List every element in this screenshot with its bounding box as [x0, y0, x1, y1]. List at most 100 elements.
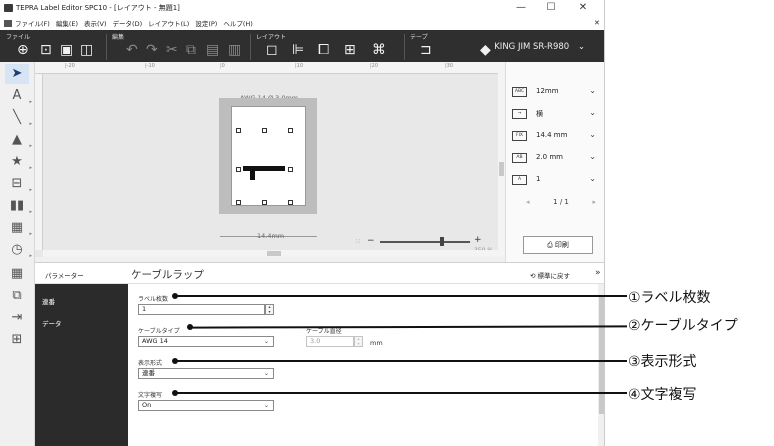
import-tool-icon[interactable]: ⇥	[5, 308, 29, 328]
label-count-input[interactable]: 1	[138, 304, 265, 315]
resize-handle[interactable]	[236, 128, 241, 133]
grid-tool-icon[interactable]: ▦	[5, 264, 29, 284]
copies-select[interactable]: A 1 ⌄	[506, 170, 604, 190]
callout-cable-type: ②ケーブルタイプ	[628, 318, 738, 334]
nav-item-data[interactable]: データ	[42, 318, 62, 328]
text-copy-label: 文字複写	[138, 392, 163, 399]
resize-handle[interactable]	[236, 167, 241, 172]
callout-text-copy: ④文字複写	[628, 387, 697, 403]
copy-icon[interactable]: ⧉	[186, 42, 196, 58]
page-next-button[interactable]: ▸	[592, 198, 596, 206]
orientation-icon: →	[512, 109, 527, 119]
parameters-panel-label: パラメーター	[45, 272, 84, 280]
text-frame-tool-icon[interactable]: ⊞	[5, 330, 29, 350]
menu-layout[interactable]: レイアウト(L)	[148, 18, 189, 28]
text-copy-select[interactable]: On ⌄	[138, 400, 274, 411]
resize-handle[interactable]	[262, 128, 267, 133]
line-tool-icon[interactable]: ╲ ▸	[5, 108, 32, 128]
text-tool-icon[interactable]: A ▸	[5, 86, 32, 106]
resize-handle[interactable]	[288, 128, 293, 133]
label-count-stepper[interactable]: ▴ ▾	[265, 304, 274, 315]
zoom-slider[interactable]	[380, 241, 470, 243]
effects-icon[interactable]: ⌘	[372, 42, 386, 58]
datetime-tool-icon[interactable]: ◷ ▸	[5, 240, 32, 260]
qrcode-tool-icon[interactable]: ▦ ▸	[5, 218, 32, 238]
cable-diameter-stepper: ▴ ▾	[354, 336, 363, 347]
chevron-down-icon: ⌄	[263, 338, 269, 345]
label-text-object	[250, 170, 255, 180]
label-length-select[interactable]: FIX 14.4 mm ⌄	[506, 126, 604, 146]
template-tool-icon[interactable]: ⧉	[5, 286, 29, 306]
chevron-down-icon: ⌄	[589, 86, 596, 95]
tape-icon[interactable]: ⊐	[420, 42, 432, 58]
table-tool-icon[interactable]: ⊟ ▸	[5, 174, 32, 194]
page-prev-button[interactable]: ◂	[526, 198, 530, 206]
open-file-icon[interactable]: ⊡	[40, 42, 52, 58]
ribbon-toolbar: ファイル 編集 レイアウト テープ ⊕ ⊡ ▣ ◫ ↶ ↷ ✂ ⧉ ▤ ▥ ◻ …	[0, 30, 604, 62]
library-icon[interactable]: ◫	[80, 42, 93, 58]
scrollbar-thumb[interactable]	[599, 296, 604, 414]
close-button[interactable]: ✕	[570, 0, 596, 16]
undo-icon[interactable]: ↶	[126, 42, 138, 58]
symbol-tool-icon[interactable]: ★ ▸	[5, 152, 32, 172]
save-icon[interactable]: ▣	[60, 42, 73, 58]
redo-icon[interactable]: ↷	[146, 42, 158, 58]
menu-view[interactable]: 表示(V)	[84, 18, 107, 28]
zoom-in-button[interactable]: +	[474, 235, 482, 245]
printer-select[interactable]: KING JIM SR-R980 ⌄	[494, 42, 585, 52]
document-close-button[interactable]: ✕	[594, 19, 600, 27]
ribbon-group-edit: 編集	[112, 34, 125, 41]
zoom-slider-thumb[interactable]	[440, 237, 444, 246]
menu-file[interactable]: ファイル(F)	[15, 18, 50, 28]
orientation-select[interactable]: → 横 ⌄	[506, 104, 604, 124]
cut-icon[interactable]: ✂	[166, 42, 178, 58]
image-tool-icon[interactable]: ▲ ▸	[5, 130, 32, 150]
scrollbar-thumb[interactable]	[499, 162, 504, 176]
group-icon[interactable]: ⊞	[344, 42, 356, 58]
resize-handle[interactable]	[288, 167, 293, 172]
align-icon[interactable]: ⊫	[292, 42, 304, 58]
resize-handle[interactable]	[262, 200, 267, 205]
new-file-icon[interactable]: ⊕	[17, 42, 29, 58]
menu-data[interactable]: データ(D)	[113, 18, 143, 28]
margin-value: 2.0 mm	[536, 153, 563, 161]
delete-icon[interactable]: ▥	[228, 42, 241, 58]
parameters-nav: 連番 データ	[35, 284, 128, 446]
cable-type-select[interactable]: AWG 14 ⌄	[138, 336, 274, 347]
frame-icon[interactable]: ◻	[266, 42, 278, 58]
cable-type-label: ケーブルタイプ	[138, 328, 180, 335]
resize-handle[interactable]	[288, 200, 293, 205]
ribbon-group-layout: レイアウト	[256, 34, 287, 41]
form-scrollbar[interactable]	[598, 284, 604, 446]
tape-width-select[interactable]: ABC 12mm ⌄	[506, 82, 604, 102]
scrollbar-thumb[interactable]	[267, 251, 281, 256]
document-icon	[4, 19, 12, 27]
reset-to-default-button[interactable]: ⟲ 標準に戻す	[530, 270, 570, 280]
canvas-vertical-scrollbar[interactable]	[498, 62, 505, 257]
canvas-horizontal-scrollbar[interactable]	[43, 250, 498, 257]
label-preview[interactable]	[231, 106, 306, 206]
margin-select[interactable]: AB 2.0 mm ⌄	[506, 148, 604, 168]
minimize-button[interactable]: —	[508, 0, 534, 16]
print-button[interactable]: ⎙ 印刷	[523, 236, 593, 254]
maximize-button[interactable]: ☐	[538, 0, 564, 16]
zoom-out-button[interactable]: −	[367, 236, 375, 246]
nav-item-sequence[interactable]: 連番	[42, 296, 55, 306]
chevron-down-icon: ⌄	[589, 108, 596, 117]
horizontal-ruler: |-20 |-10 |0 |10 |20 |30	[35, 62, 498, 74]
ruler-tick: |0	[220, 63, 225, 69]
paste-icon[interactable]: ▤	[206, 42, 219, 58]
menu-help[interactable]: ヘルプ(H)	[223, 18, 252, 28]
page-indicator: 1 / 1	[553, 198, 569, 206]
callout-line	[176, 392, 627, 394]
cable-diameter-input: 3.0	[306, 336, 354, 347]
menu-edit[interactable]: 編集(E)	[56, 18, 78, 28]
collapse-panel-button[interactable]: »	[595, 268, 601, 278]
display-format-select[interactable]: 連番 ⌄	[138, 368, 274, 379]
resize-handle[interactable]	[236, 200, 241, 205]
barcode-tool-icon[interactable]: ▮▮ ▸	[5, 196, 32, 216]
menu-settings[interactable]: 設定(P)	[195, 18, 217, 28]
order-icon[interactable]: ⧠	[318, 42, 329, 58]
fit-icon[interactable]: ⁙	[355, 238, 361, 246]
select-tool-icon[interactable]: ➤	[5, 64, 29, 84]
